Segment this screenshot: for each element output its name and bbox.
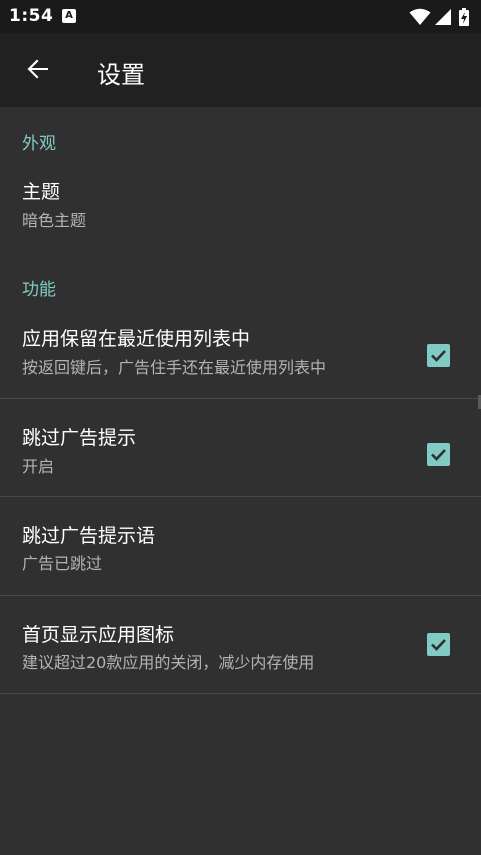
section-header-appearance: 外观 — [22, 134, 56, 154]
divider — [0, 693, 481, 694]
battery-charging-icon — [459, 8, 469, 26]
pref-skip-ad-tip[interactable]: 跳过广告提示 开启 — [0, 399, 481, 496]
pref-keep-in-recents[interactable]: 应用保留在最近使用列表中 按返回键后，广告住手还在最近使用列表中 — [0, 312, 481, 398]
pref-title: 首页显示应用图标 — [22, 624, 175, 646]
section-header-features: 功能 — [22, 280, 56, 300]
pref-title: 跳过广告提示语 — [22, 525, 156, 547]
pref-summary: 开启 — [22, 457, 55, 476]
pref-title: 主题 — [22, 181, 61, 203]
pref-summary: 按返回键后，广告住手还在最近使用列表中 — [22, 358, 327, 377]
check-icon — [431, 639, 446, 651]
cell-signal-icon — [435, 9, 451, 25]
wifi-icon — [409, 8, 431, 25]
page-title: 设置 — [97, 61, 145, 89]
pref-show-app-icons[interactable]: 首页显示应用图标 建议超过20款应用的关闭，减少内存使用 — [0, 596, 481, 693]
pref-title: 跳过广告提示 — [22, 427, 137, 449]
pref-title: 应用保留在最近使用列表中 — [22, 328, 251, 350]
status-time: 1:54 — [9, 6, 54, 26]
back-button[interactable] — [16, 47, 60, 91]
notification-icon: A — [62, 9, 76, 23]
pref-theme[interactable]: 主题 暗色主题 — [0, 165, 481, 240]
check-icon — [431, 350, 446, 362]
pref-skip-ad-message[interactable]: 跳过广告提示语 广告已跳过 — [0, 497, 481, 595]
checkbox-show-app-icons[interactable] — [427, 633, 450, 656]
status-bar: 1:54 A — [0, 0, 481, 33]
app-bar: 设置 — [0, 33, 481, 107]
arrow-back-icon — [27, 59, 48, 79]
pref-summary: 建议超过20款应用的关闭，减少内存使用 — [22, 653, 315, 672]
pref-summary: 广告已跳过 — [22, 554, 103, 573]
checkbox-skip-ad-tip[interactable] — [427, 443, 450, 466]
checkbox-keep-in-recents[interactable] — [427, 344, 450, 367]
pref-summary: 暗色主题 — [22, 211, 87, 230]
check-icon — [431, 449, 446, 461]
